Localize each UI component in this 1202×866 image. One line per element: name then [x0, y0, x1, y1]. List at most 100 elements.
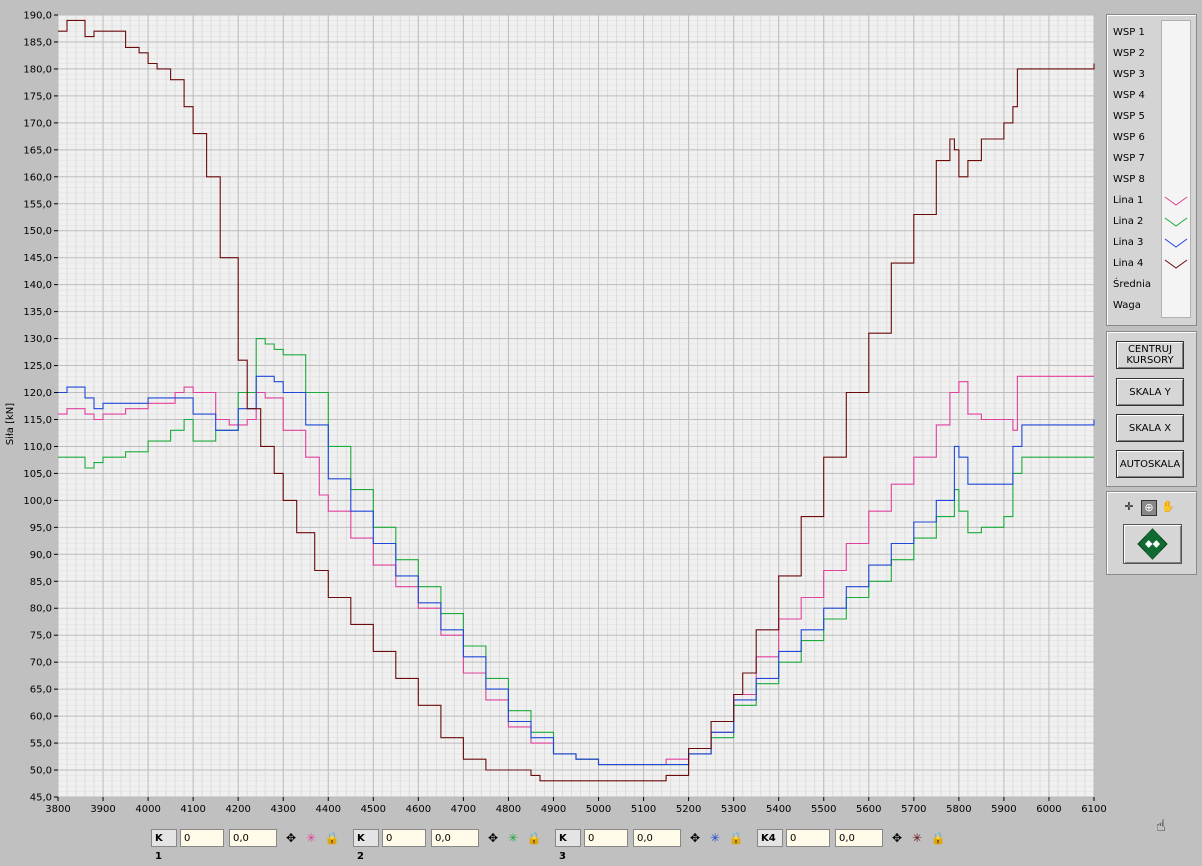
cursor-y-field[interactable]: 0,0	[229, 829, 277, 847]
y-tick-label: 150,0	[23, 226, 52, 237]
cursor-x-field[interactable]: 0	[180, 829, 224, 847]
cursor-x-field[interactable]: 0	[786, 829, 830, 847]
hand-pointer-icon: ☝	[1156, 816, 1166, 835]
y-tick-label: 140,0	[23, 280, 52, 291]
y-tick-label: 165,0	[23, 145, 52, 156]
center-cursors-button[interactable]: CENTRUJ KURSORY	[1116, 341, 1184, 369]
y-tick-label: 135,0	[23, 307, 52, 318]
cursor-x-field[interactable]: 0	[382, 829, 426, 847]
cursor-move-icon[interactable]: ✥	[888, 829, 906, 847]
x-tick-label: 5600	[856, 804, 881, 815]
legend-swatch-icon	[1164, 196, 1188, 206]
x-tick-label: 3800	[45, 804, 70, 815]
y-tick-label: 160,0	[23, 172, 52, 183]
x-tick-label: 4600	[406, 804, 431, 815]
legend-item-label[interactable]: WSP 5	[1113, 106, 1188, 127]
cursor-move-icon[interactable]: ✥	[282, 829, 300, 847]
cursor-x-field[interactable]: 0	[584, 829, 628, 847]
x-tick-label: 5000	[586, 804, 611, 815]
cursor-lock-icon[interactable]: 🔒	[929, 829, 947, 847]
cursor-label: K 1	[151, 829, 177, 862]
legend-item-label[interactable]: WSP 1	[1113, 22, 1188, 43]
autoscale-button[interactable]: AUTOSKALA	[1116, 450, 1184, 478]
legend-item-label[interactable]: WSP 3	[1113, 64, 1188, 85]
cursor-label: K 2	[353, 829, 379, 862]
scale-y-button[interactable]: SKALA Y	[1116, 378, 1184, 406]
x-tick-label: 5900	[991, 804, 1016, 815]
y-tick-label: 190,0	[23, 11, 52, 22]
x-tick-label: 4100	[180, 804, 205, 815]
cursor-y-field[interactable]: 0,0	[431, 829, 479, 847]
x-tick-label: 5100	[631, 804, 656, 815]
y-tick-label: 90,0	[30, 550, 52, 561]
zoom-tool-icon[interactable]: ⊕	[1141, 500, 1157, 516]
x-tick-label: 4300	[270, 804, 295, 815]
y-tick-label: 185,0	[23, 37, 52, 48]
y-tick-label: 125,0	[23, 361, 52, 372]
cursor-style-icon[interactable]: ✳	[302, 829, 320, 847]
y-tick-label: 170,0	[23, 118, 52, 129]
y-tick-label: 45,0	[30, 793, 52, 804]
diamond-nav-icon	[1137, 528, 1168, 560]
legend-swatch-icon	[1164, 259, 1188, 269]
y-tick-label: 95,0	[30, 523, 52, 534]
x-tick-label: 5200	[676, 804, 701, 815]
x-tick-label: 5800	[946, 804, 971, 815]
cursor-lock-icon[interactable]: 🔒	[323, 829, 341, 847]
x-tick-label: 4900	[541, 804, 566, 815]
y-tick-label: 180,0	[23, 64, 52, 75]
cursor-style-icon[interactable]: ✳	[908, 829, 926, 847]
cursor-style-icon[interactable]: ✳	[504, 829, 522, 847]
legend-item-label[interactable]: Waga	[1113, 295, 1188, 316]
legend-item-label[interactable]: WSP 2	[1113, 43, 1188, 64]
cursor-lock-icon[interactable]: 🔒	[727, 829, 745, 847]
y-tick-label: 175,0	[23, 91, 52, 102]
navigation-pad-button[interactable]	[1123, 524, 1182, 564]
pan-hand-icon[interactable]: ✋	[1161, 500, 1175, 514]
y-tick-label: 70,0	[30, 658, 52, 669]
x-tick-label: 5300	[721, 804, 746, 815]
x-tick-label: 5500	[811, 804, 836, 815]
force-chart[interactable]: 45,0 50,0 55,0 60,0 65,0 70,0 75,0 80,0 85,0 90,0…	[0, 0, 1202, 860]
y-tick-label: 85,0	[30, 577, 52, 588]
cursor-label: K4	[757, 829, 783, 847]
cursor-label: K 3	[555, 829, 581, 862]
legend-swatch-icon	[1164, 238, 1188, 248]
y-tick-label: 65,0	[30, 685, 52, 696]
x-tick-label: 4800	[496, 804, 521, 815]
legend-swatch-icon	[1164, 217, 1188, 227]
y-tick-label: 100,0	[23, 496, 52, 507]
y-tick-label: 110,0	[23, 442, 52, 453]
cursor-lock-icon[interactable]: 🔒	[525, 829, 543, 847]
cursor-y-field[interactable]: 0,0	[835, 829, 883, 847]
cursor-move-icon[interactable]: ✥	[484, 829, 502, 847]
legend-item-label[interactable]: WSP 8	[1113, 169, 1188, 190]
x-tick-label: 5700	[901, 804, 926, 815]
y-axis-label: Siła [kN]	[5, 403, 16, 445]
x-tick-label: 4200	[225, 804, 250, 815]
x-tick-label: 4400	[316, 804, 341, 815]
legend-item-label[interactable]: WSP 7	[1113, 148, 1188, 169]
x-tick-label: 3900	[90, 804, 115, 815]
x-tick-label: 4500	[361, 804, 386, 815]
y-tick-label: 130,0	[23, 334, 52, 345]
y-tick-label: 115,0	[23, 415, 52, 426]
plot-area[interactable]	[57, 14, 1095, 798]
x-tick-label: 4700	[451, 804, 476, 815]
legend-item-label[interactable]: WSP 4	[1113, 85, 1188, 106]
x-tick-label: 6100	[1081, 804, 1106, 815]
cursor-move-icon[interactable]: ✥	[686, 829, 704, 847]
scale-x-button[interactable]: SKALA X	[1116, 414, 1184, 442]
x-tick-label: 5400	[766, 804, 791, 815]
y-tick-label: 105,0	[23, 469, 52, 480]
y-tick-label: 120,0	[23, 388, 52, 399]
crosshair-tool-icon[interactable]: ✛	[1122, 500, 1136, 514]
x-tick-label: 4000	[135, 804, 160, 815]
y-tick-label: 55,0	[30, 739, 52, 750]
y-tick-label: 75,0	[30, 631, 52, 642]
cursor-y-field[interactable]: 0,0	[633, 829, 681, 847]
cursor-style-icon[interactable]: ✳	[706, 829, 724, 847]
legend-item-label[interactable]: WSP 6	[1113, 127, 1188, 148]
legend-item-label[interactable]: Średnia	[1113, 274, 1188, 295]
x-tick-label: 6000	[1036, 804, 1061, 815]
